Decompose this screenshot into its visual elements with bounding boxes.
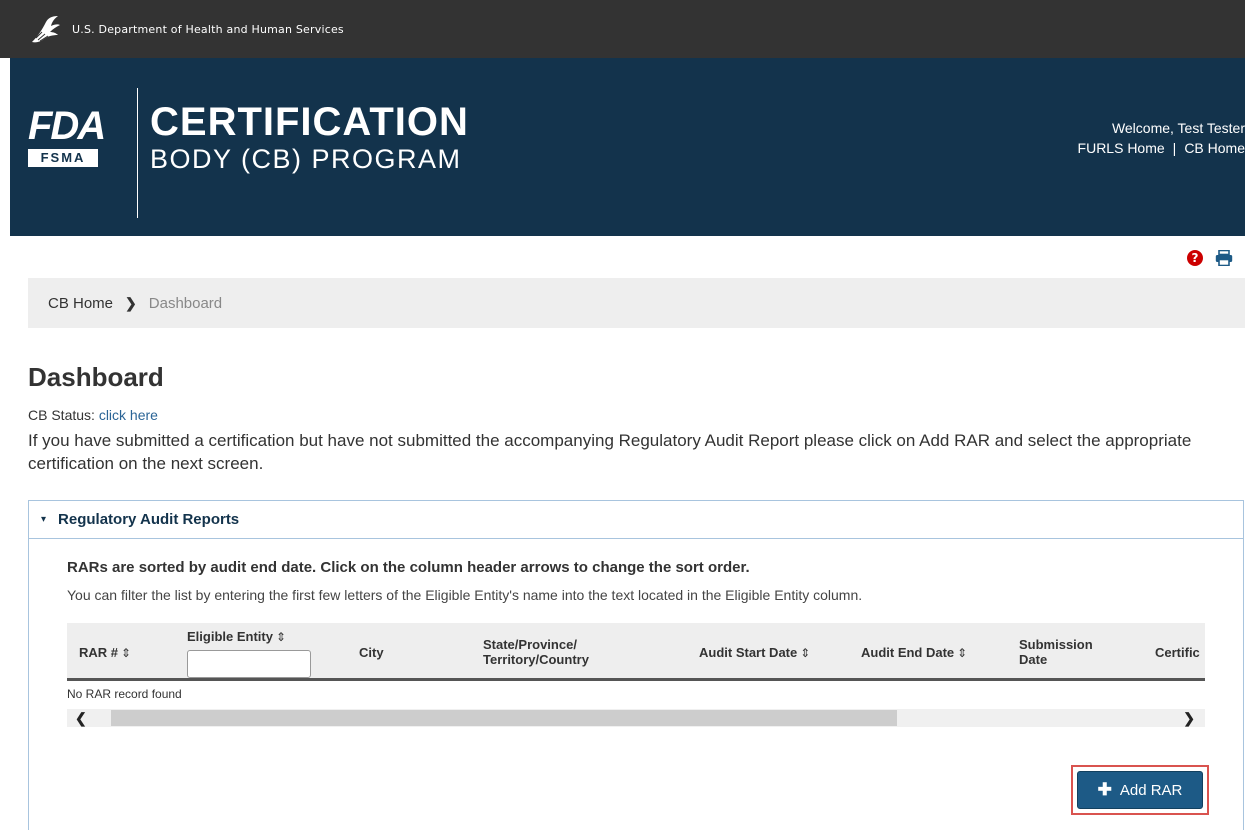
rar-panel-title[interactable]: Regulatory Audit Reports [58,511,239,528]
column-header-state-country: State/Province/ Territory/Country [483,637,589,667]
fda-fsma-logo: FDA FSMA [28,106,126,167]
chevron-right-icon: ❯ [125,294,137,311]
hhs-eagle-icon [32,16,60,43]
banner-divider [137,88,138,218]
furls-home-link[interactable]: FURLS Home [1078,138,1165,158]
horizontal-scrollbar[interactable]: ❮ ❯ [67,709,1205,727]
rar-panel: ▾ Regulatory Audit Reports RARs are sort… [28,500,1244,830]
rar-table-header: RAR # ⇕ Eligible Entity ⇕ City State/Provi… [67,623,1205,681]
sort-icon[interactable]: ⇕ [121,646,131,660]
column-header-city: City [359,645,384,660]
add-rar-label: Add RAR [1119,781,1183,799]
sort-icon[interactable]: ⇕ [800,646,810,660]
breadcrumb-current: Dashboard [148,294,223,312]
header-links: FURLS Home | CB Home [1078,138,1245,158]
page-title: Dashboard [28,362,164,392]
caret-down-icon[interactable]: ▾ [41,514,46,525]
hhs-top-bar: U.S. Department of Health and Human Serv… [0,0,1245,58]
column-header-audit-start-date[interactable]: Audit Start Date ⇕ [699,645,810,661]
program-banner: FDA FSMA CERTIFICATION BODY (CB) PROGRAM… [10,58,1245,236]
cb-status-label: CB Status: [28,407,99,423]
sort-icon[interactable]: ⇕ [957,646,967,660]
question-circle-icon[interactable]: ? [1187,250,1203,266]
filter-instructions: You can filter the list by entering the … [67,587,863,603]
empty-table-message: No RAR record found [67,687,182,701]
cb-home-link[interactable]: CB Home [1184,138,1245,158]
cb-status-link[interactable]: click here [99,407,158,423]
cb-status: CB Status: click here [28,407,158,423]
column-header-eligible-entity[interactable]: Eligible Entity ⇕ [187,629,286,645]
breadcrumb: CB Home ❯ Dashboard [28,278,1245,328]
eligible-entity-filter-input[interactable] [187,650,311,678]
column-header-submission-date: Submission Date [1019,637,1093,667]
column-label: Audit Start Date [699,645,798,660]
hhs-agency-name: U.S. Department of Health and Human Serv… [72,22,344,36]
add-rar-button[interactable]: ✚ Add RAR [1077,771,1203,809]
program-title-line1: CERTIFICATION [150,100,469,144]
column-label: Eligible Entity [187,629,273,644]
column-header-rar-number[interactable]: RAR # ⇕ [79,645,131,661]
printer-icon[interactable] [1215,250,1233,266]
program-title: CERTIFICATION BODY (CB) PROGRAM [150,100,469,174]
intro-text: If you have submitted a certification bu… [28,431,1192,473]
rar-table: RAR # ⇕ Eligible Entity ⇕ City State/Provi… [67,623,1205,731]
header-link-separator: | [1172,140,1177,156]
fda-logo-letters: FDA [28,104,106,148]
sort-icon[interactable]: ⇕ [276,630,286,644]
breadcrumb-home-link[interactable]: CB Home [48,295,113,312]
rar-panel-header[interactable]: ▾ Regulatory Audit Reports [29,501,1243,539]
column-label: Audit End Date [861,645,955,660]
column-header-audit-end-date[interactable]: Audit End Date ⇕ [861,645,967,661]
column-label: RAR # [79,645,119,660]
fsma-logo-label: FSMA [28,149,98,167]
utility-icons: ? [1187,250,1233,266]
scroll-right-icon[interactable]: ❯ [1183,709,1195,727]
scroll-left-icon[interactable]: ❮ [75,709,87,727]
scrollbar-thumb[interactable] [111,710,897,726]
welcome-message: Welcome, Test Tester [1111,120,1245,136]
column-header-certification: Certific [1155,645,1200,660]
user-welcome-area: Welcome, Test Tester FURLS Home | CB Hom… [1078,118,1245,158]
sort-instructions: RARs are sorted by audit end date. Click… [67,559,750,576]
plus-icon: ✚ [1097,780,1112,799]
program-title-line2: BODY (CB) PROGRAM [150,144,462,174]
add-rar-highlight: ✚ Add RAR [1071,765,1209,815]
